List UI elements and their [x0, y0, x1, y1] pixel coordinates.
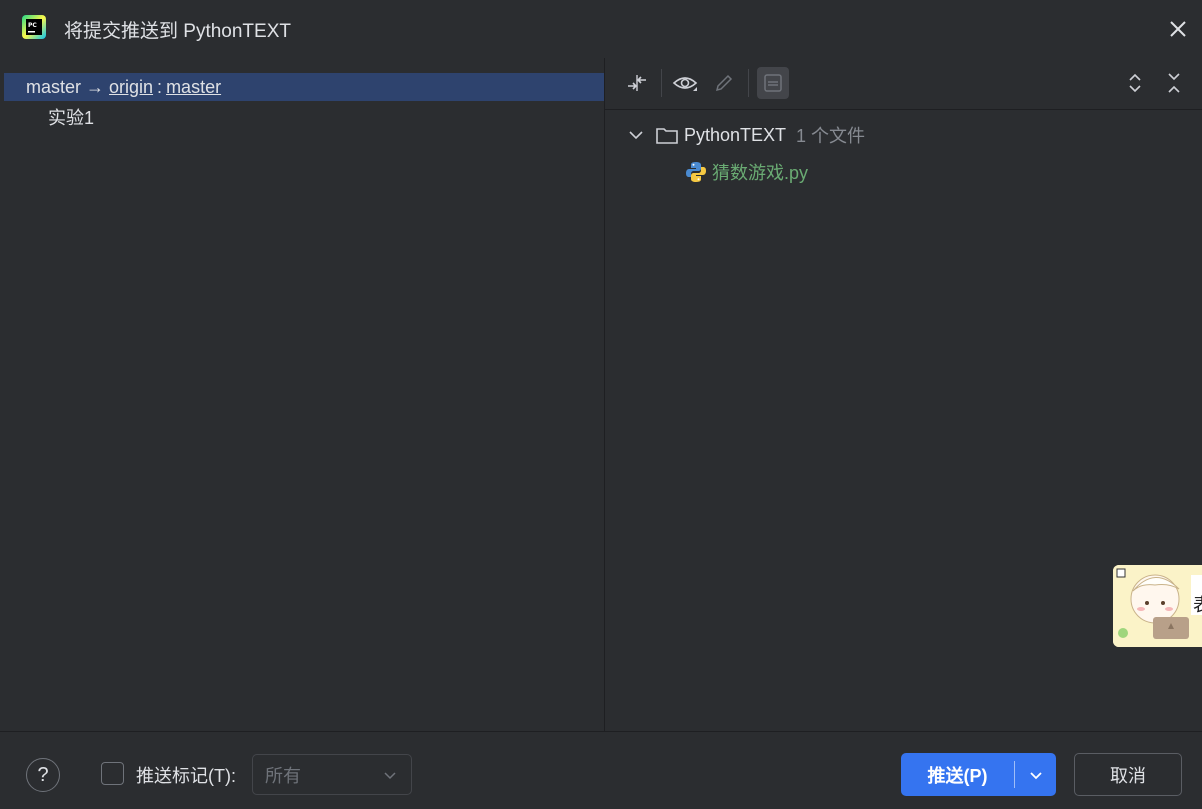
folder-icon: [656, 128, 678, 144]
commits-pane: master → origin : master 实验1: [0, 58, 604, 731]
commit-item[interactable]: 实验1: [48, 104, 94, 130]
local-branch: master: [26, 76, 82, 97]
chevron-down-icon: [1029, 771, 1042, 779]
help-button[interactable]: ?: [26, 758, 60, 792]
file-count: 1 个文件: [796, 126, 866, 146]
branch-separator: :: [157, 76, 163, 97]
toolbar-separator: [748, 69, 749, 97]
chevron-down-icon[interactable]: [625, 124, 647, 146]
push-button-group[interactable]: 推送(P): [901, 753, 1056, 796]
tags-select-value: 所有: [265, 765, 301, 786]
diff-preview-icon[interactable]: [757, 67, 789, 99]
remote-branch-link[interactable]: master: [166, 77, 221, 98]
dialog-footer: ? 推送标记(T): 所有 推送(P) 取消: [0, 731, 1202, 809]
tree-file-row[interactable]: 猜数游戏.py: [684, 159, 808, 185]
python-file-icon: [686, 162, 706, 182]
branch-row[interactable]: master → origin : master: [4, 73, 604, 101]
close-icon[interactable]: [1163, 14, 1193, 44]
sticker-image: 表: [1113, 565, 1202, 647]
title-bar: PC 将提交推送到 PythonTEXT: [0, 0, 1202, 57]
toolbar-separator: [661, 69, 662, 97]
push-options-dropdown[interactable]: [1015, 753, 1056, 796]
pycharm-logo-icon: PC: [22, 15, 46, 39]
changes-toolbar: [605, 58, 1202, 110]
cancel-button[interactable]: 取消: [1074, 753, 1182, 796]
svg-text:PC: PC: [28, 22, 37, 29]
remote-name-link[interactable]: origin: [109, 77, 153, 98]
folder-name: PythonTEXT: [684, 124, 787, 145]
push-tags-checkbox[interactable]: [101, 762, 124, 785]
tree-folder-row[interactable]: PythonTEXT 1 个文件: [625, 122, 865, 148]
expand-all-icon[interactable]: [1119, 67, 1151, 99]
push-tags-label[interactable]: 推送标记(T):: [136, 762, 236, 788]
collapse-all-icon[interactable]: [1158, 67, 1190, 99]
pencil-icon[interactable]: [708, 67, 740, 99]
push-arrow: →: [86, 76, 105, 97]
chevron-down-icon: [384, 772, 396, 780]
merge-arrows-icon[interactable]: [621, 67, 653, 99]
tags-select: 所有: [252, 754, 412, 795]
file-name: 猜数游戏.py: [712, 163, 809, 183]
push-button[interactable]: 推送(P): [901, 753, 1014, 796]
eye-icon[interactable]: [669, 67, 701, 99]
window-title: 将提交推送到 PythonTEXT: [64, 21, 291, 42]
svg-text:表: 表: [1193, 595, 1202, 616]
